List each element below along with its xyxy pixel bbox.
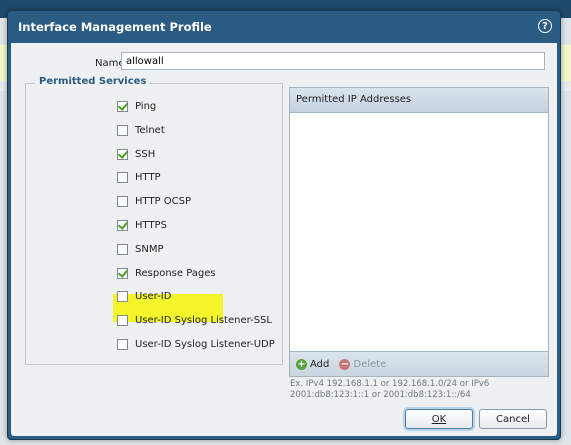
- service-row-ssh[interactable]: SSH: [117, 146, 155, 162]
- service-row-http[interactable]: HTTP: [117, 169, 161, 185]
- service-row-https[interactable]: HTTPS: [117, 217, 167, 233]
- service-label: HTTP OCSP: [135, 195, 192, 207]
- name-input[interactable]: [121, 52, 545, 70]
- service-label: HTTP: [135, 171, 161, 183]
- service-label: User-ID: [135, 290, 172, 302]
- service-row-response-pages[interactable]: Response Pages: [117, 265, 216, 281]
- service-label: User-ID Syslog Listener-SSL: [135, 314, 272, 326]
- ip-list-toolbar: + Add − Delete: [290, 351, 548, 376]
- service-checkbox[interactable]: [117, 314, 128, 326]
- service-checkbox[interactable]: [117, 195, 128, 207]
- service-checkbox[interactable]: [117, 148, 128, 160]
- cancel-button[interactable]: Cancel: [479, 409, 547, 429]
- interface-management-profile-dialog: Interface Management Profile ? Name Perm…: [7, 10, 561, 440]
- permitted-ip-addresses-list[interactable]: [290, 112, 548, 352]
- service-checkbox[interactable]: [117, 243, 128, 255]
- service-row-http-ocsp[interactable]: HTTP OCSP: [117, 193, 191, 209]
- service-label: Ping: [135, 100, 157, 112]
- service-label: SSH: [135, 148, 156, 160]
- ip-format-hint: Ex. IPv4 192.168.1.1 or 192.168.1.0/24 o…: [290, 379, 490, 400]
- ok-button[interactable]: OK: [405, 409, 473, 429]
- service-label: Telnet: [135, 124, 165, 136]
- add-label: Add: [310, 358, 330, 370]
- dialog-title: Interface Management Profile: [18, 20, 212, 34]
- add-icon: +: [296, 358, 307, 370]
- dialog-title-bar[interactable]: Interface Management Profile ?: [8, 11, 560, 43]
- help-icon[interactable]: ?: [538, 19, 552, 33]
- permitted-services-legend: Permitted Services: [35, 76, 151, 87]
- delete-icon: −: [339, 358, 351, 370]
- service-checkbox[interactable]: [117, 219, 128, 231]
- service-checkbox[interactable]: [117, 338, 128, 350]
- service-row-user-id-syslog-listener-udp[interactable]: User-ID Syslog Listener-UDP: [117, 336, 275, 352]
- service-checkbox[interactable]: [117, 290, 128, 302]
- add-button[interactable]: + Add: [296, 358, 330, 370]
- dialog-body: Name Permitted Services PingTelnetSSHHTT…: [11, 43, 557, 436]
- service-label: HTTPS: [135, 219, 167, 231]
- service-label: User-ID Syslog Listener-UDP: [135, 338, 275, 350]
- service-label: Response Pages: [135, 267, 216, 279]
- delete-button[interactable]: − Delete: [339, 358, 387, 370]
- service-row-telnet[interactable]: Telnet: [117, 122, 165, 138]
- ok-label: OK: [431, 414, 447, 425]
- service-row-user-id-syslog-listener-ssl[interactable]: User-ID Syslog Listener-SSL: [117, 312, 272, 328]
- permitted-ip-addresses-header: Permitted IP Addresses: [290, 88, 548, 113]
- service-checkbox[interactable]: [117, 171, 128, 183]
- service-row-snmp[interactable]: SNMP: [117, 241, 164, 257]
- service-checkbox[interactable]: [117, 100, 128, 112]
- service-checkbox[interactable]: [117, 124, 128, 136]
- delete-label: Delete: [353, 358, 387, 370]
- service-row-ping[interactable]: Ping: [117, 98, 156, 114]
- permitted-ip-addresses-panel: Permitted IP Addresses + Add − Delete: [289, 87, 549, 377]
- service-row-user-id[interactable]: User-ID: [117, 288, 171, 304]
- service-checkbox[interactable]: [117, 267, 128, 279]
- service-label: SNMP: [135, 243, 164, 255]
